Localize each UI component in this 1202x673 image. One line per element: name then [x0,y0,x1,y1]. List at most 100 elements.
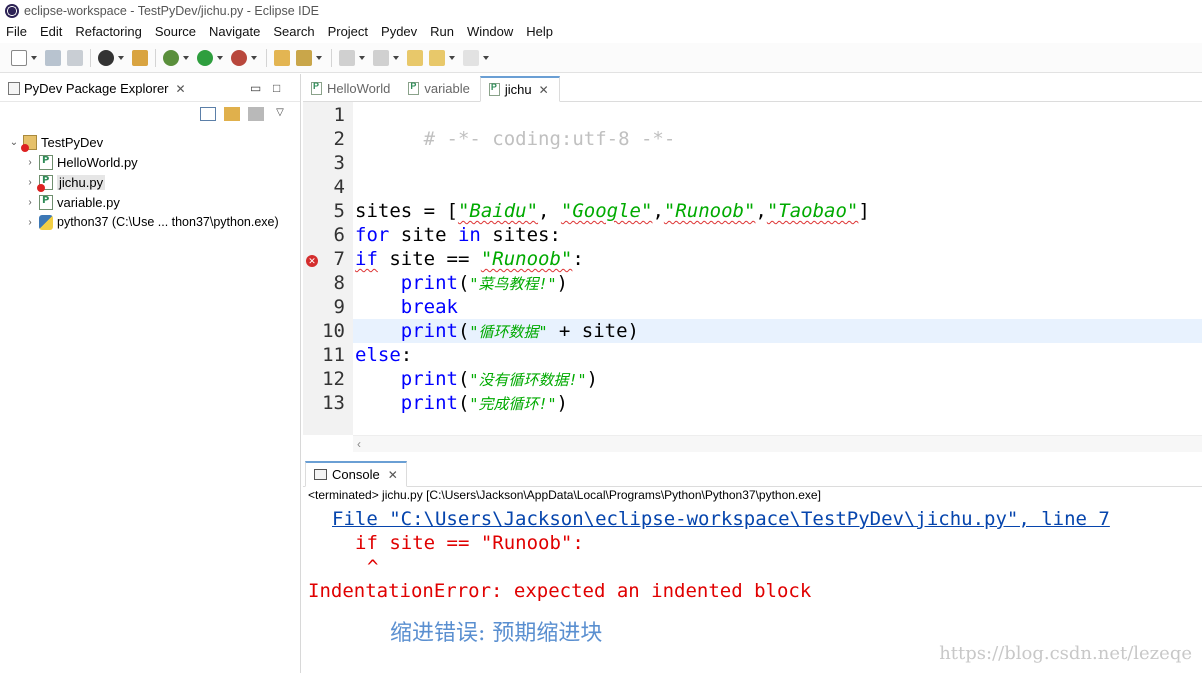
user-icon[interactable] [98,49,114,66]
traceback-file-link[interactable]: File "C:\Users\Jackson\eclipse-workspace… [332,507,1110,531]
back-dropdown-icon[interactable] [449,55,455,60]
collapsed-chevron-icon[interactable]: › [24,157,36,168]
minimize-icon[interactable]: ▭ [250,81,261,95]
collapsed-chevron-icon[interactable]: › [24,177,36,188]
code-text: : [572,248,584,270]
pen-dropdown-icon[interactable] [316,55,322,60]
link-with-editor-icon[interactable] [224,107,240,121]
menu-pydev[interactable]: Pydev [375,22,424,41]
tab-variable[interactable]: variable [400,75,480,101]
next-annotation-dropdown-icon[interactable] [359,55,365,60]
menu-window[interactable]: Window [461,22,520,41]
new-dropdown-icon[interactable] [31,55,37,60]
run-dropdown-icon[interactable] [217,55,223,60]
tree-item-file[interactable]: › HelloWorld.py [0,152,300,172]
code-text: ( [457,272,470,294]
back-icon[interactable] [429,49,445,66]
keyword: break [400,296,458,318]
tree-item-file[interactable]: › variable.py [0,192,300,212]
save-all-icon[interactable] [67,49,83,66]
close-icon[interactable]: ✕ [176,82,186,96]
collapse-all-icon[interactable] [200,107,216,121]
open-type-icon[interactable] [132,49,148,66]
menu-source[interactable]: Source [149,22,203,41]
debug-dropdown-icon[interactable] [183,55,189,60]
prev-annotation-icon[interactable] [373,49,389,66]
user-dropdown-icon[interactable] [118,55,124,60]
keyword: else [355,344,401,366]
tab-helloworld[interactable]: HelloWorld [303,75,400,101]
code-line-8: print("菜鸟教程!") [355,271,568,295]
code-text: ( [457,320,470,342]
new-icon[interactable] [11,49,27,66]
code-text: ) [556,392,568,414]
python-interpreter-icon [39,214,53,230]
tab-label: jichu [504,82,532,97]
keyword: print [400,272,458,294]
forward-icon[interactable] [463,49,479,66]
python-file-icon [408,81,420,95]
error-badge-icon [21,143,29,152]
tree-item-file-selected[interactable]: › jichu.py [0,172,300,192]
next-annotation-icon[interactable] [339,49,355,66]
run-icon[interactable] [197,49,213,66]
tree-item-project[interactable]: ⌄ TestPyDev [0,132,300,152]
line-number: 6 [333,224,345,246]
menu-search[interactable]: Search [267,22,321,41]
tree-item-interpreter[interactable]: › python37 (C:\Use ... thon37\python.exe… [0,212,300,232]
tab-jichu[interactable]: jichu ✕ [479,76,560,102]
close-icon[interactable]: ✕ [388,468,398,482]
horizontal-scrollbar[interactable]: ‹ [353,435,1202,452]
collapsed-chevron-icon[interactable]: › [24,217,36,228]
debug-icon[interactable] [163,49,179,66]
collapsed-chevron-icon[interactable]: › [24,197,36,208]
menu-edit[interactable]: Edit [34,22,69,41]
open-folder-icon[interactable] [274,49,290,66]
line-number: 12 [322,368,345,390]
expanded-chevron-icon[interactable]: ⌄ [8,137,20,148]
filter-icon[interactable] [248,107,264,121]
tab-console[interactable]: Console ✕ [305,461,407,487]
line-number: 8 [333,272,345,294]
forward-dropdown-icon[interactable] [483,55,489,60]
scroll-left-icon[interactable]: ‹ [357,437,361,451]
menu-navigate[interactable]: Navigate [203,22,267,41]
error-message: IndentationError: expected an indented b… [308,580,812,602]
prev-annotation-dropdown-icon[interactable] [393,55,399,60]
menu-run[interactable]: Run [424,22,461,41]
console-tab-bar: Console ✕ [303,459,1202,487]
menu-help[interactable]: Help [520,22,560,41]
code-editor[interactable]: ✕ 1 2 3 4 5 6 7 8 9 10 11 12 13 # -*- co… [303,102,1202,452]
line-number: 4 [333,176,345,198]
save-icon[interactable] [45,49,61,66]
menu-project[interactable]: Project [322,22,375,41]
code-text: site == [377,248,481,270]
menu-refactoring[interactable]: Refactoring [69,22,148,41]
code-area[interactable]: # -*- coding:utf-8 -*- sites = ["Baidu",… [353,102,1202,435]
string-literal: "Google" [560,200,653,222]
code-line-6: for site in sites: [355,223,561,247]
string-literal: "Runoob" [480,248,573,270]
last-edit-icon[interactable] [407,49,423,66]
external-tools-icon[interactable] [231,49,247,66]
external-tools-dropdown-icon[interactable] [251,55,257,60]
menu-bar: File Edit Refactoring Source Navigate Se… [0,22,1202,41]
keyword: in [457,224,481,246]
close-icon[interactable]: ✕ [539,83,549,97]
console-output[interactable]: <terminated> jichu.py [C:\Users\Jackson\… [303,487,1202,673]
tab-package-explorer[interactable]: PyDev Package Explorer ✕ [2,74,192,101]
pen-icon[interactable] [296,49,312,66]
tree-item-label: HelloWorld.py [57,154,138,170]
code-line-11: else: [355,343,412,367]
line-number: 7 [333,248,345,270]
string-literal: "没有循环数据!" [469,371,587,389]
code-text: sites = [ [355,200,458,222]
view-menu-icon[interactable]: ▽ [272,107,288,121]
menu-file[interactable]: File [0,22,34,41]
string-literal: "Baidu" [457,200,539,222]
tree-item-label: python37 (C:\Use ... thon37\python.exe) [57,215,279,229]
code-text: , [652,200,664,222]
maximize-icon[interactable]: □ [273,81,280,95]
error-marker-icon[interactable]: ✕ [306,255,318,267]
line-number: 5 [333,200,345,222]
